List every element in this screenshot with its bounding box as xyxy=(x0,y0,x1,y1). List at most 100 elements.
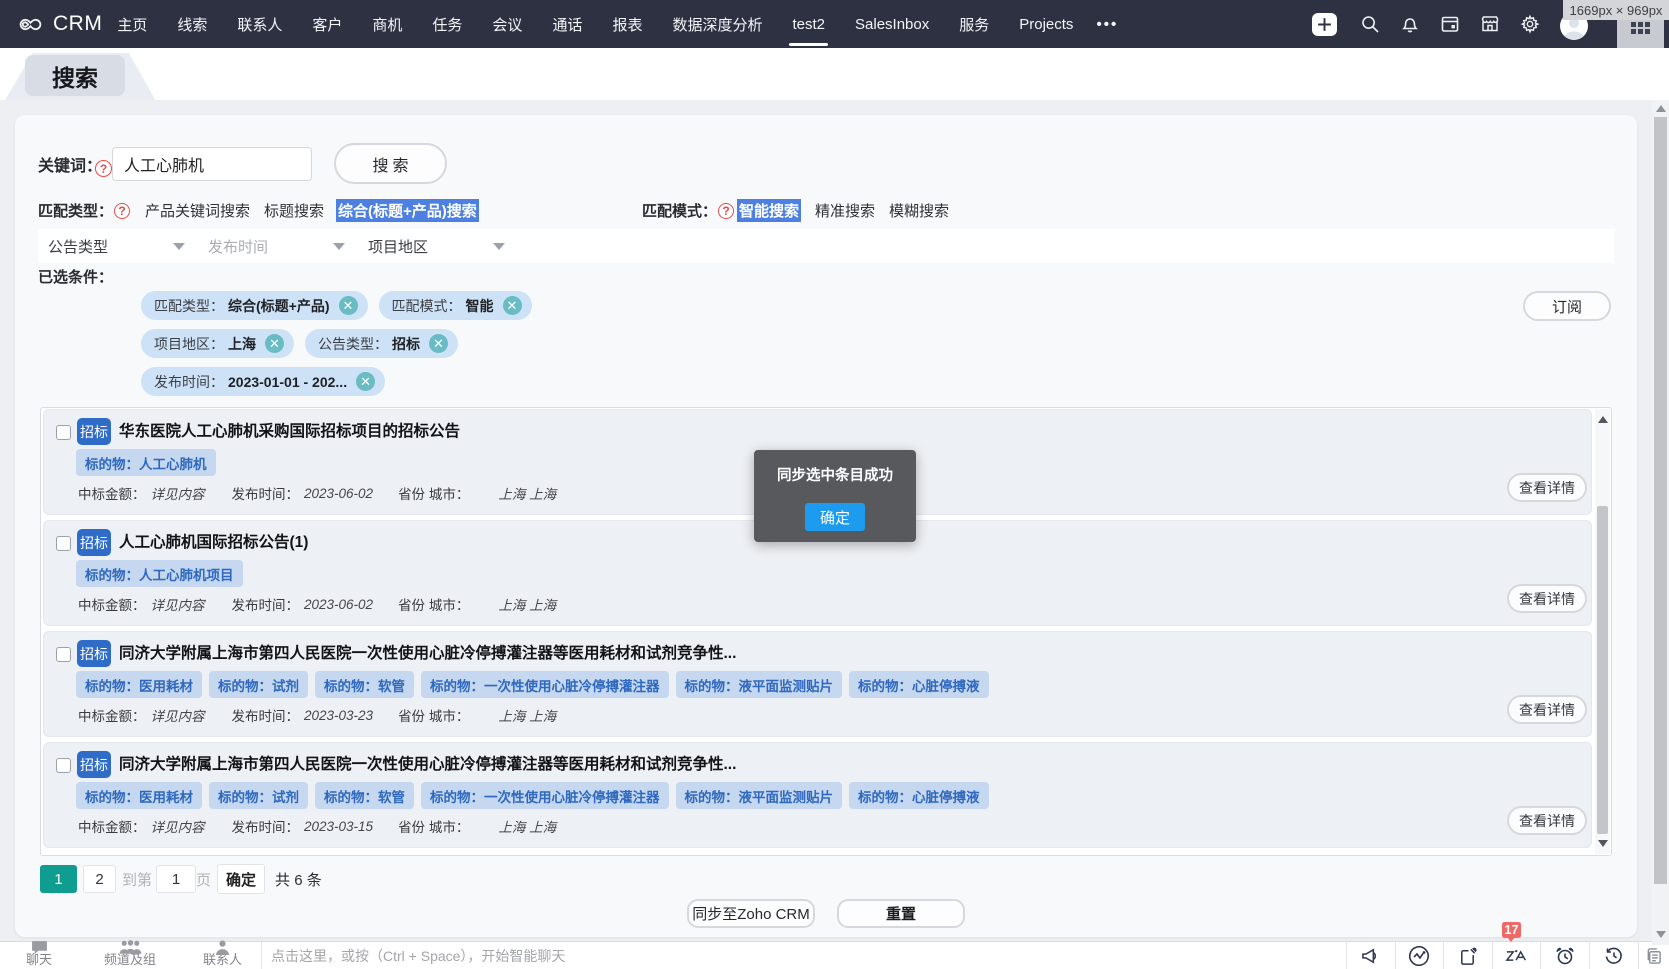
nav-menu-item[interactable]: 客户 xyxy=(309,0,345,48)
nav-menu-item[interactable]: test2 xyxy=(789,0,828,48)
list-scrollbar-thumb[interactable] xyxy=(1597,506,1608,834)
region-value: 上海 上海 xyxy=(498,594,556,614)
region-value: 上海 上海 xyxy=(498,483,556,503)
match-mode-option[interactable]: 模糊搜索 xyxy=(889,200,949,221)
result-checkbox[interactable] xyxy=(56,425,71,440)
sync-success-dialog: 同步选中条目成功 确定 xyxy=(754,450,916,542)
list-scrollbar[interactable] xyxy=(1595,409,1610,854)
dock-contacts[interactable]: 联系人 xyxy=(203,942,242,969)
result-checkbox[interactable] xyxy=(56,536,71,551)
amount-label: 中标金额： xyxy=(78,483,146,503)
settings-gear-icon[interactable] xyxy=(1520,14,1540,34)
notifications-bell-icon[interactable] xyxy=(1400,14,1420,34)
page-scrollbar-thumb[interactable] xyxy=(1654,117,1667,884)
result-tag-chip: 标的物：试剂 xyxy=(209,671,308,698)
select-announcement-type[interactable]: 公告类型 xyxy=(48,229,185,263)
page-button-2[interactable]: 2 xyxy=(83,865,116,893)
view-details-button[interactable]: 查看详情 xyxy=(1507,806,1587,835)
keyword-input[interactable] xyxy=(112,147,312,181)
select-publish-time[interactable]: 发布时间 xyxy=(208,229,345,263)
view-details-button[interactable]: 查看详情 xyxy=(1507,695,1587,724)
nav-menu-item[interactable]: 联系人 xyxy=(234,0,285,48)
result-checkbox[interactable] xyxy=(56,647,71,662)
brand[interactable]: CRM xyxy=(18,12,102,37)
match-type-help-icon[interactable]: ? xyxy=(114,203,130,219)
search-icon[interactable] xyxy=(1360,14,1380,34)
copy-stack-icon[interactable] xyxy=(1638,941,1669,969)
goto-suffix: 页 xyxy=(196,869,211,890)
dock-chat[interactable]: 聊天 xyxy=(26,942,52,969)
match-mode-label: 匹配模式： xyxy=(642,200,717,221)
nav-more-icon[interactable]: ••• xyxy=(1096,16,1118,33)
chip-remove-icon[interactable]: ✕ xyxy=(429,334,448,353)
result-title[interactable]: 同济大学附属上海市第四人民医院一次性使用心脏冷停搏灌注器等医用耗材和试剂竞争性.… xyxy=(119,751,736,778)
match-type-option-selected[interactable]: 综合(标题+产品)搜索 xyxy=(336,199,479,222)
nav-menu-item[interactable]: Projects xyxy=(1016,0,1076,48)
goto-page-input[interactable] xyxy=(156,865,196,893)
announcement-megaphone-icon[interactable] xyxy=(1346,941,1395,969)
chip-remove-icon[interactable]: ✕ xyxy=(356,372,375,391)
page-scroll-up-icon[interactable] xyxy=(1652,105,1669,112)
match-mode-option-selected[interactable]: 智能搜索 xyxy=(737,199,801,222)
tab-search[interactable]: 搜索 xyxy=(25,55,125,96)
notes-icon[interactable] xyxy=(1443,941,1492,969)
keyword-help-icon[interactable]: ? xyxy=(95,160,112,177)
nav-menu-item[interactable]: 通话 xyxy=(549,0,585,48)
sync-to-crm-button[interactable]: 同步至Zoho CRM xyxy=(687,899,815,928)
scroll-up-icon[interactable] xyxy=(1595,416,1610,423)
condition-chip-row: 匹配类型：综合(标题+产品)✕匹配模式：智能✕ xyxy=(141,291,532,320)
total-count: 共 6 条 xyxy=(275,869,322,890)
zia-ai-icon[interactable] xyxy=(1492,941,1541,969)
nav-menu-item[interactable]: 任务 xyxy=(429,0,465,48)
nav-menu-item[interactable]: 会议 xyxy=(489,0,525,48)
match-mode-help-icon[interactable]: ? xyxy=(718,203,734,219)
chip-remove-icon[interactable]: ✕ xyxy=(265,334,284,353)
match-mode-group: 匹配模式： ? 智能搜索 精准搜索 模糊搜索 xyxy=(642,199,949,222)
chip-remove-icon[interactable]: ✕ xyxy=(503,296,522,315)
match-type-option[interactable]: 标题搜索 xyxy=(264,200,324,221)
alarm-clock-icon[interactable] xyxy=(1540,941,1589,969)
nav-menu-item[interactable]: 数据深度分析 xyxy=(669,0,765,48)
amount-label: 中标金额： xyxy=(78,816,146,836)
history-icon[interactable] xyxy=(1589,941,1638,969)
nav-menu-item[interactable]: 商机 xyxy=(369,0,405,48)
search-button[interactable]: 搜索 xyxy=(334,143,447,184)
conditions-label: 已选条件： xyxy=(38,266,113,287)
quick-create-button[interactable] xyxy=(1312,13,1337,36)
nav-menu-item[interactable]: 服务 xyxy=(956,0,992,48)
view-details-button[interactable]: 查看详情 xyxy=(1507,584,1587,613)
nav-menu-item[interactable]: 报表 xyxy=(609,0,645,48)
result-checkbox[interactable] xyxy=(56,758,71,773)
nav-menu-item[interactable]: SalesInbox xyxy=(852,0,932,48)
page-button-1[interactable]: 1 xyxy=(40,865,77,893)
dock-channels[interactable]: 频道及组 xyxy=(104,942,156,969)
condition-chip-row: 项目地区：上海✕公告类型：招标✕ xyxy=(141,329,532,358)
chat-input-placeholder[interactable]: 点击这里，或按（Ctrl + Space），开始智能聊天 xyxy=(271,942,565,969)
nav-menu-item[interactable]: 主页 xyxy=(114,0,150,48)
subscribe-button[interactable]: 订阅 xyxy=(1523,291,1611,321)
result-title[interactable]: 华东医院人工心肺机采购国际招标项目的招标公告 xyxy=(119,418,460,445)
chip-remove-icon[interactable]: ✕ xyxy=(339,296,358,315)
condition-chip-row: 发布时间：2023-01-01 - 202...✕ xyxy=(141,367,532,396)
view-details-button[interactable]: 查看详情 xyxy=(1507,473,1587,502)
dialog-confirm-button[interactable]: 确定 xyxy=(805,503,865,531)
select-project-region[interactable]: 项目地区 xyxy=(368,229,505,263)
page-scrollbar[interactable] xyxy=(1652,100,1669,945)
marketplace-icon[interactable] xyxy=(1480,14,1500,34)
scroll-down-icon[interactable] xyxy=(1595,840,1610,847)
match-type-option[interactable]: 产品关键词搜索 xyxy=(145,200,250,221)
goto-confirm-button[interactable]: 确定 xyxy=(217,864,265,894)
result-title[interactable]: 同济大学附属上海市第四人民医院一次性使用心脏冷停搏灌注器等医用耗材和试剂竞争性.… xyxy=(119,640,736,667)
nav-menu-item[interactable]: 线索 xyxy=(174,0,210,48)
match-type-group: 匹配类型： ? 产品关键词搜索 标题搜索 综合(标题+产品)搜索 xyxy=(38,199,479,222)
result-type-badge: 招标 xyxy=(77,751,111,778)
chevron-down-icon xyxy=(333,243,345,250)
activity-pulse-icon[interactable] xyxy=(1395,941,1444,969)
calendar-icon[interactable] xyxy=(1440,14,1460,34)
reset-button[interactable]: 重置 xyxy=(837,899,965,928)
date-label: 发布时间： xyxy=(232,705,300,725)
result-type-badge: 招标 xyxy=(77,640,111,667)
result-title[interactable]: 人工心肺机国际招标公告(1) xyxy=(119,529,308,556)
page-scroll-down-icon[interactable] xyxy=(1652,931,1669,938)
match-mode-option[interactable]: 精准搜索 xyxy=(815,200,875,221)
